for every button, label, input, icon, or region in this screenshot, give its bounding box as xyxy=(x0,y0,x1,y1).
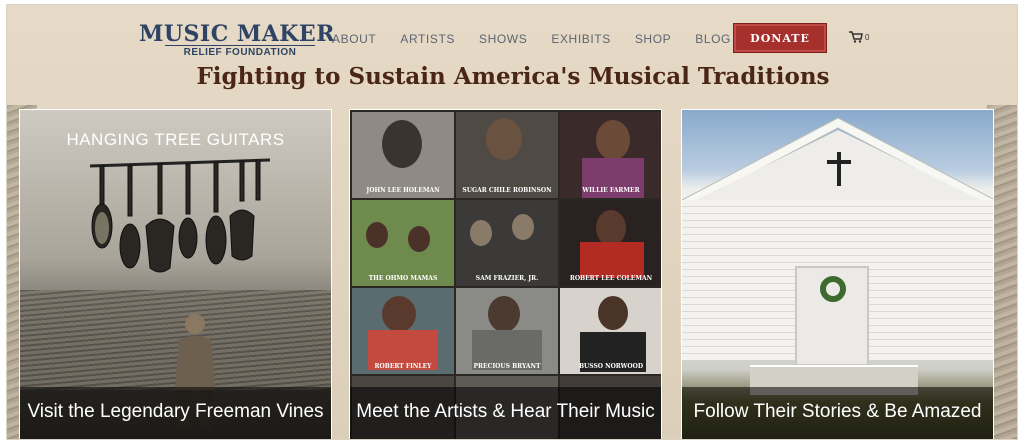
page-headline: Fighting to Sustain America's Musical Tr… xyxy=(196,63,830,90)
artist-tile[interactable]: ROBERT FINLEY xyxy=(352,288,454,374)
artist-name: ROBERT LEE COLEMAN xyxy=(569,275,653,282)
panel-caption: Follow Their Stories & Be Amazed xyxy=(693,401,982,422)
logo-main-text: MUSIC MAKER xyxy=(139,21,335,47)
artist-tile[interactable]: SAM FRAZIER, JR. xyxy=(456,200,558,286)
artist-name: SUGAR CHILE ROBINSON xyxy=(462,187,552,194)
cart-icon xyxy=(849,31,863,43)
guitars-image xyxy=(90,158,270,273)
artist-tile[interactable]: JOHN LEE HOLEMAN xyxy=(352,112,454,198)
artist-tile[interactable]: PRECIOUS BRYANT xyxy=(456,288,558,374)
artist-name: JOHN LEE HOLEMAN xyxy=(366,187,440,194)
artist-tile[interactable]: THE OHMO MAMAS xyxy=(352,200,454,286)
panel-caption: Meet the Artists & Hear Their Music xyxy=(356,401,655,422)
panel-title: HANGING TREE GUITARS xyxy=(66,130,285,149)
caption-overlay: Meet the Artists & Hear Their Music xyxy=(350,387,661,439)
page-frame: MUSIC MAKER RELIEF FOUNDATION ABOUT ARTI… xyxy=(6,4,1018,440)
artist-tile[interactable]: ROBERT LEE COLEMAN xyxy=(560,200,661,286)
feature-panel-stories[interactable]: Follow Their Stories & Be Amazed xyxy=(681,109,994,439)
artist-tile[interactable]: BUSSO NORWOOD xyxy=(560,288,661,374)
cart-link[interactable]: 0 xyxy=(849,31,869,43)
logo-sub-text: RELIEF FOUNDATION xyxy=(165,45,315,58)
nav-item-exhibits[interactable]: EXHIBITS xyxy=(551,32,610,46)
feature-panel-guitars[interactable]: HANGING TREE GUITARS Visit the Legendary… xyxy=(19,109,332,439)
artist-tile[interactable]: SUGAR CHILE ROBINSON xyxy=(456,112,558,198)
site-logo[interactable]: MUSIC MAKER RELIEF FOUNDATION xyxy=(139,21,335,61)
artist-name: THE OHMO MAMAS xyxy=(368,275,438,282)
cross-icon xyxy=(827,152,851,186)
nav-item-shows[interactable]: SHOWS xyxy=(479,32,527,46)
nav-item-artists[interactable]: ARTISTS xyxy=(400,32,455,46)
nav-item-shop[interactable]: SHOP xyxy=(635,32,671,46)
panel-caption: Visit the Legendary Freeman Vines xyxy=(27,401,324,422)
cart-count: 0 xyxy=(865,32,870,42)
main-nav: ABOUT ARTISTS SHOWS EXHIBITS SHOP BLOG xyxy=(332,32,755,46)
donate-button[interactable]: DONATE xyxy=(733,23,827,53)
caption-overlay: Follow Their Stories & Be Amazed xyxy=(682,387,993,439)
caption-overlay: Visit the Legendary Freeman Vines xyxy=(20,387,331,439)
nav-item-about[interactable]: ABOUT xyxy=(332,32,376,46)
feature-panel-artists[interactable]: JOHN LEE HOLEMAN SUGAR CHILE ROBINSON WI… xyxy=(349,109,662,439)
wreath-icon xyxy=(820,276,846,302)
artist-name: SAM FRAZIER, JR. xyxy=(475,275,539,282)
artist-name: BUSSO NORWOOD xyxy=(578,363,644,370)
artist-name: WILLIE FARMER xyxy=(582,187,640,194)
artist-name: PRECIOUS BRYANT xyxy=(473,363,541,370)
artist-tile[interactable]: WILLIE FARMER xyxy=(560,112,661,198)
nav-item-blog[interactable]: BLOG xyxy=(695,32,731,46)
artist-name: ROBERT FINLEY xyxy=(374,363,432,370)
